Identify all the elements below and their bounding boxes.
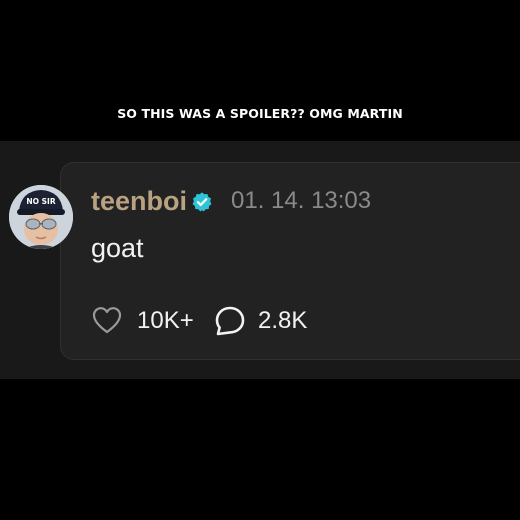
avatar[interactable]: NO SIR (9, 185, 73, 249)
comment-text: goat (91, 233, 144, 263)
heart-outline-icon[interactable] (91, 305, 123, 335)
verified-badge-icon (191, 191, 213, 213)
comment-count: 2.8K (258, 307, 308, 334)
timestamp: 01. 14. 13:03 (231, 187, 372, 214)
meme-caption: SO THIS WAS A SPOILER?? OMG MARTIN (117, 106, 403, 121)
like-count: 10K+ (137, 307, 194, 334)
avatar-cap-text: NO SIR (26, 197, 55, 206)
avatar-image: NO SIR (9, 185, 73, 249)
speech-bubble-icon[interactable] (213, 304, 247, 338)
username[interactable]: teenboi (91, 183, 187, 219)
